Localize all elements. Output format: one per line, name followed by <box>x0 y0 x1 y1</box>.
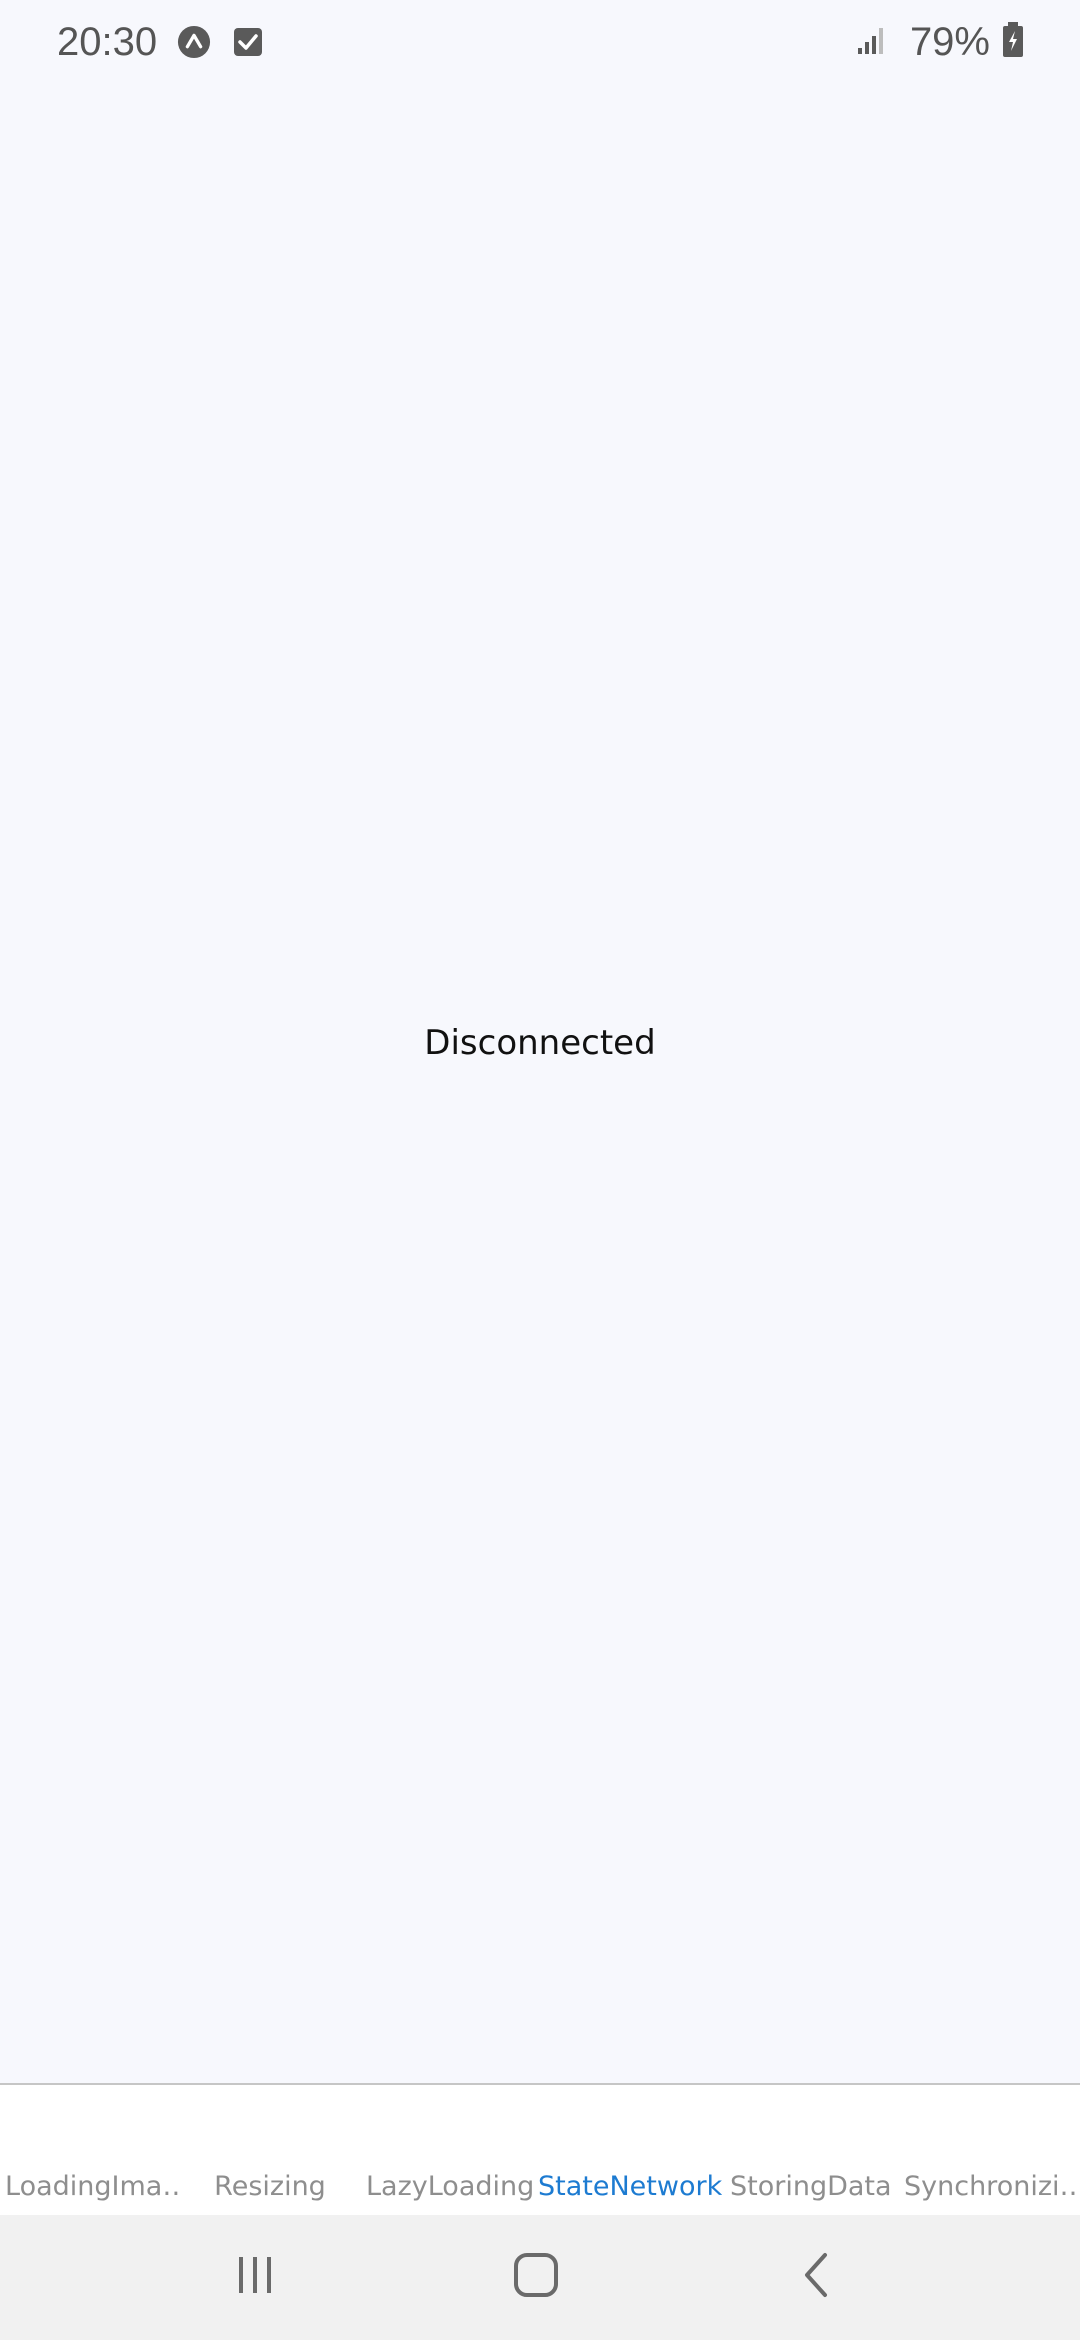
signal-icon <box>856 24 888 61</box>
tab-lazy-loading[interactable]: LazyLoading <box>366 2171 534 2202</box>
main-content: Disconnected <box>0 84 1080 2083</box>
status-time: 20:30 <box>57 19 158 64</box>
back-button[interactable] <box>777 2245 857 2309</box>
battery-charging-icon <box>1002 21 1024 63</box>
battery-percent: 79% <box>909 19 990 64</box>
home-icon <box>512 2251 560 2304</box>
status-bar: 20:30 79% <box>0 0 1080 84</box>
tab-loading-images[interactable]: LoadingIma… <box>5 2171 181 2202</box>
tab-bar: LoadingIma… Resizing LazyLoading StateNe… <box>0 2083 1080 2215</box>
connection-status-text: Disconnected <box>424 1023 656 1063</box>
checkbox-icon <box>231 25 265 59</box>
home-button[interactable] <box>496 2245 576 2309</box>
recent-apps-icon <box>233 2253 277 2302</box>
tab-storing-data[interactable]: StoringData <box>730 2171 890 2202</box>
system-nav-bar <box>0 2215 1080 2340</box>
tab-state-network[interactable]: StateNetwork <box>538 2171 722 2202</box>
status-right: 79% <box>856 20 1024 65</box>
back-icon <box>795 2251 839 2304</box>
tab-synchronizing[interactable]: Synchronizi… <box>904 2171 1080 2202</box>
app-arrow-icon <box>177 25 211 59</box>
tab-resizing[interactable]: Resizing <box>200 2171 340 2202</box>
recent-apps-button[interactable] <box>215 2245 295 2309</box>
app-screen: 20:30 79% Disconnected LoadingIma… Resiz… <box>0 0 1080 2340</box>
